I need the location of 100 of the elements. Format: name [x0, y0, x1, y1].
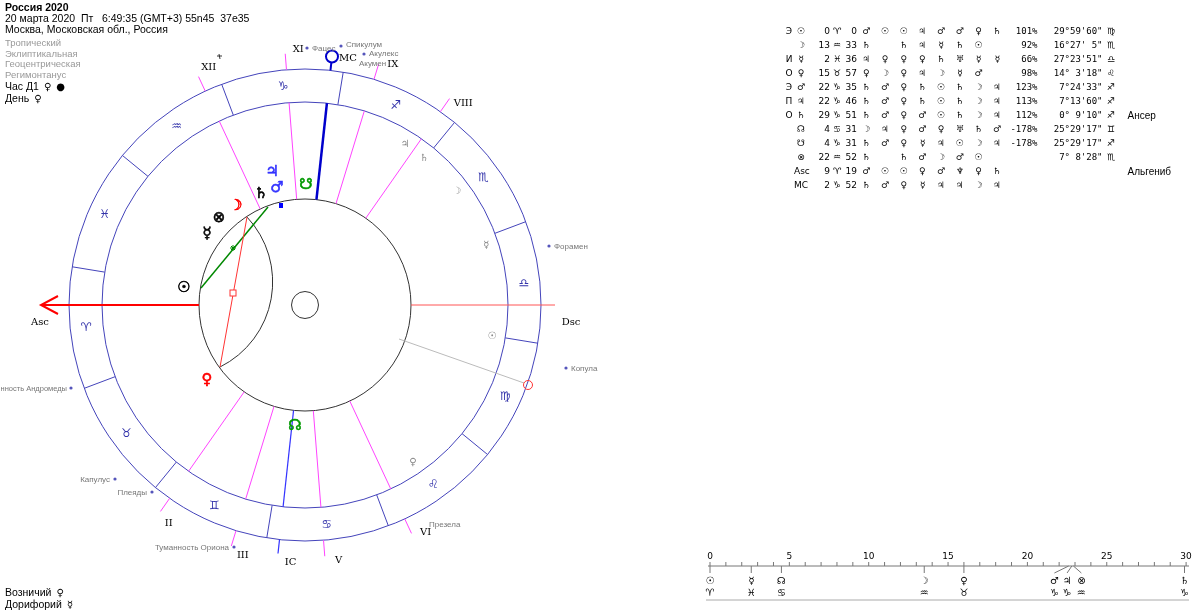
planet-symbol: ☊: [796, 124, 806, 134]
planet-symbol: ☊: [776, 574, 786, 586]
planet-symbol: ♄: [795, 110, 807, 120]
dignity-symbol: ♄: [954, 82, 965, 92]
planet-symbol: ♀: [56, 587, 64, 598]
dignity-symbol: ♀: [899, 82, 908, 92]
dignity-symbol: ♀: [899, 138, 908, 148]
point-marker: [279, 203, 283, 208]
sign-divider: [504, 337, 539, 344]
position-value: 7°13'60": [1058, 96, 1103, 106]
zodiac-sign-symbol: ♑: [1049, 586, 1059, 598]
leader-line: [1184, 565, 1185, 574]
dignity-symbol: ♃: [954, 180, 965, 190]
dignity-symbol: ♄: [861, 96, 872, 106]
minute-value: 51: [844, 110, 857, 120]
zodiac-sign-symbol: ♋: [776, 586, 786, 598]
dignity-symbol: ☿: [974, 54, 983, 64]
zodiac-sign-symbol: ♓: [831, 54, 843, 64]
dignity-symbol: ♃: [992, 138, 1003, 148]
house-label: II: [164, 517, 173, 529]
strength-percent: -178%: [1009, 138, 1038, 148]
leader-line: [709, 565, 711, 574]
sign-divider: [221, 83, 234, 116]
strength-percent: 66%: [1020, 54, 1038, 64]
strength-percent: 123%: [1014, 82, 1038, 92]
dignity-symbol: ♄: [861, 110, 872, 120]
dignity-symbol: ♂: [917, 124, 928, 134]
zodiac-sign-symbol: ♊: [1105, 124, 1117, 134]
chart-setting: Эклиптикальная: [5, 48, 78, 59]
house-label: IC: [284, 556, 297, 568]
position-value: 16°27' 5": [1052, 40, 1103, 50]
dignity-symbol: ♂: [861, 26, 872, 36]
dignity-symbol: ☿: [918, 138, 927, 148]
leader-line: [1072, 565, 1082, 574]
planet-symbol: ♀: [960, 574, 968, 586]
zodiac-sign-symbol: ♐: [1105, 138, 1117, 148]
dignity-symbol: ♂: [954, 26, 965, 36]
dignity-symbol: ♂: [880, 180, 891, 190]
zodiac-sign-symbol: ♑: [831, 180, 843, 190]
house-label: XII: [201, 61, 217, 73]
planet-symbol: ⊗: [1077, 574, 1086, 586]
dignity-symbol: ♃: [936, 138, 947, 148]
dignity-symbol: ♃: [917, 26, 928, 36]
strength-percent: 101%: [1014, 26, 1038, 36]
dignity-symbol: ♂: [880, 138, 891, 148]
planet-symbol: ☽: [452, 184, 462, 196]
zodiac-sign-symbol: ♒: [831, 152, 843, 162]
planet-symbol: ☿: [482, 238, 490, 250]
zodiac-sign-symbol: ♉: [959, 586, 969, 598]
planet-symbol: ⊗: [212, 208, 226, 226]
planet-symbol: ♄: [419, 151, 429, 163]
dignity-symbol: ☉: [973, 152, 984, 162]
star-name: Туманность Ориона: [154, 542, 229, 552]
house-label: IX: [387, 58, 399, 69]
dignity-symbol: ♀: [880, 54, 890, 64]
zodiac-sign-symbol: ♒: [1076, 586, 1086, 598]
star-name: Копула: [571, 363, 598, 373]
zodiac-sign-symbol: ♐: [1105, 82, 1117, 92]
chart-setting: Тропический: [5, 38, 62, 49]
planet-symbol: ☿: [66, 599, 73, 610]
scale-number: 15: [942, 551, 954, 561]
house-label: VI: [420, 526, 432, 538]
dignity-symbol: ♂: [880, 82, 891, 92]
zodiac-sign-symbol: ♏: [1105, 40, 1117, 50]
strength-percent: 112%: [1014, 110, 1038, 120]
dignity-symbol: ♂: [992, 124, 1003, 134]
row-prefix: О: [784, 110, 794, 120]
dignity-symbol: ♂: [936, 26, 947, 36]
star-name: Акулекс: [369, 48, 399, 58]
degree-value: 29: [817, 110, 830, 120]
house-label: XI: [292, 42, 304, 54]
zodiac-sign-symbol: ♑: [831, 138, 843, 148]
dignity-symbol: ☉: [936, 96, 947, 106]
degree-value: 2: [823, 54, 830, 64]
chart-datetime: 20 марта 2020 Пт 6:49:35 (GMT+3) 55n45 37e35: [5, 13, 250, 24]
dignity-symbol: ☿: [956, 68, 964, 78]
planet-symbol: ♃: [795, 96, 807, 106]
degree-value: 22: [817, 152, 830, 162]
leader-line: [923, 565, 925, 574]
dignity-symbol: ♄: [954, 96, 965, 106]
dignity-symbol: ♂: [917, 152, 928, 162]
dignity-symbol: ☉: [880, 166, 891, 176]
planet-symbol: ☽: [919, 574, 929, 586]
minute-value: 46: [844, 96, 857, 106]
dignity-symbol: ♀: [974, 26, 983, 36]
dignity-symbol: ♂: [973, 68, 984, 78]
chart-title: Россия 2020: [5, 2, 69, 13]
minute-value: 57: [844, 68, 857, 78]
dignity-symbol: ♂: [880, 110, 891, 120]
dignity-symbol: ☽: [973, 180, 984, 190]
planet-symbol: ☉: [705, 574, 715, 586]
sign-divider: [433, 121, 456, 149]
minute-value: 52: [844, 152, 857, 162]
dignity-symbol: ☉: [936, 110, 947, 120]
degree-value: 4: [823, 138, 830, 148]
star-marker-icon: [216, 53, 223, 60]
planet-symbol: ☿: [748, 574, 755, 586]
planet-symbol: Asc: [794, 166, 808, 176]
dignity-symbol: ♄: [917, 82, 928, 92]
scale-number: 0: [707, 551, 713, 561]
